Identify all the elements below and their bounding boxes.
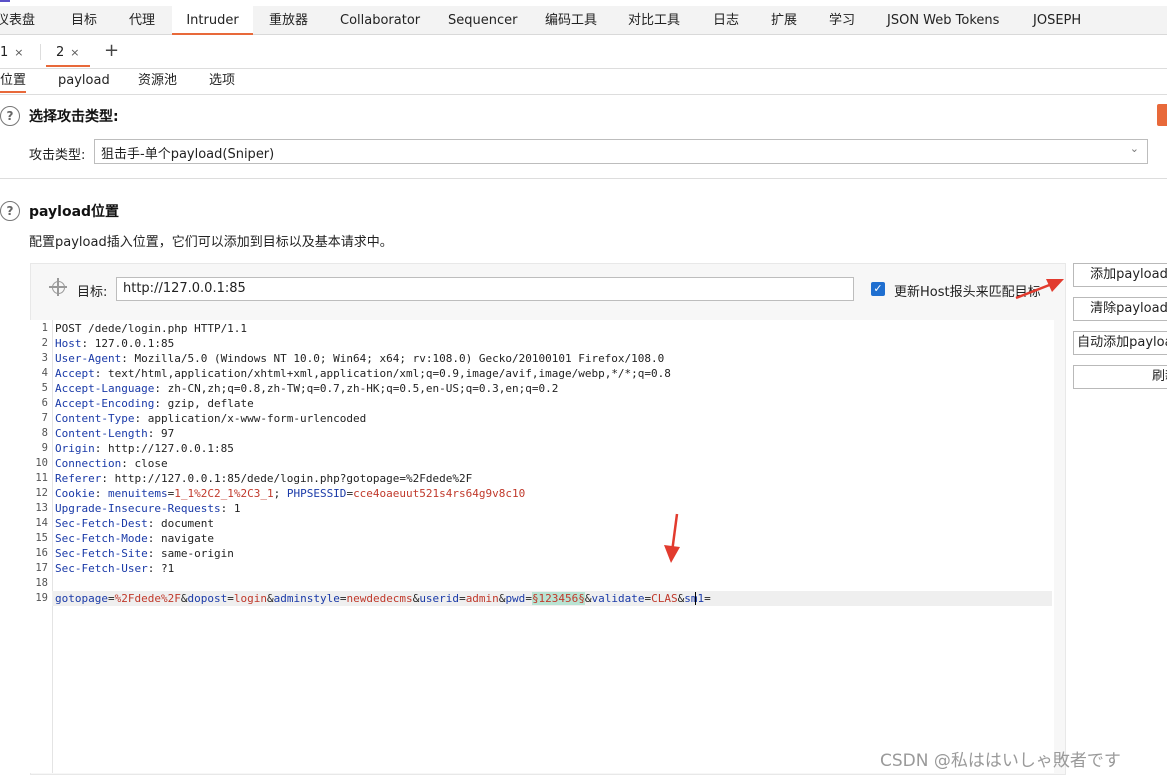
watermark: CSDN @私ははいしゃ敗者です <box>880 751 1121 771</box>
arrow-to-add-button <box>1015 279 1064 300</box>
annotation-arrows <box>664 279 1064 563</box>
arrow-to-payload <box>664 513 680 563</box>
